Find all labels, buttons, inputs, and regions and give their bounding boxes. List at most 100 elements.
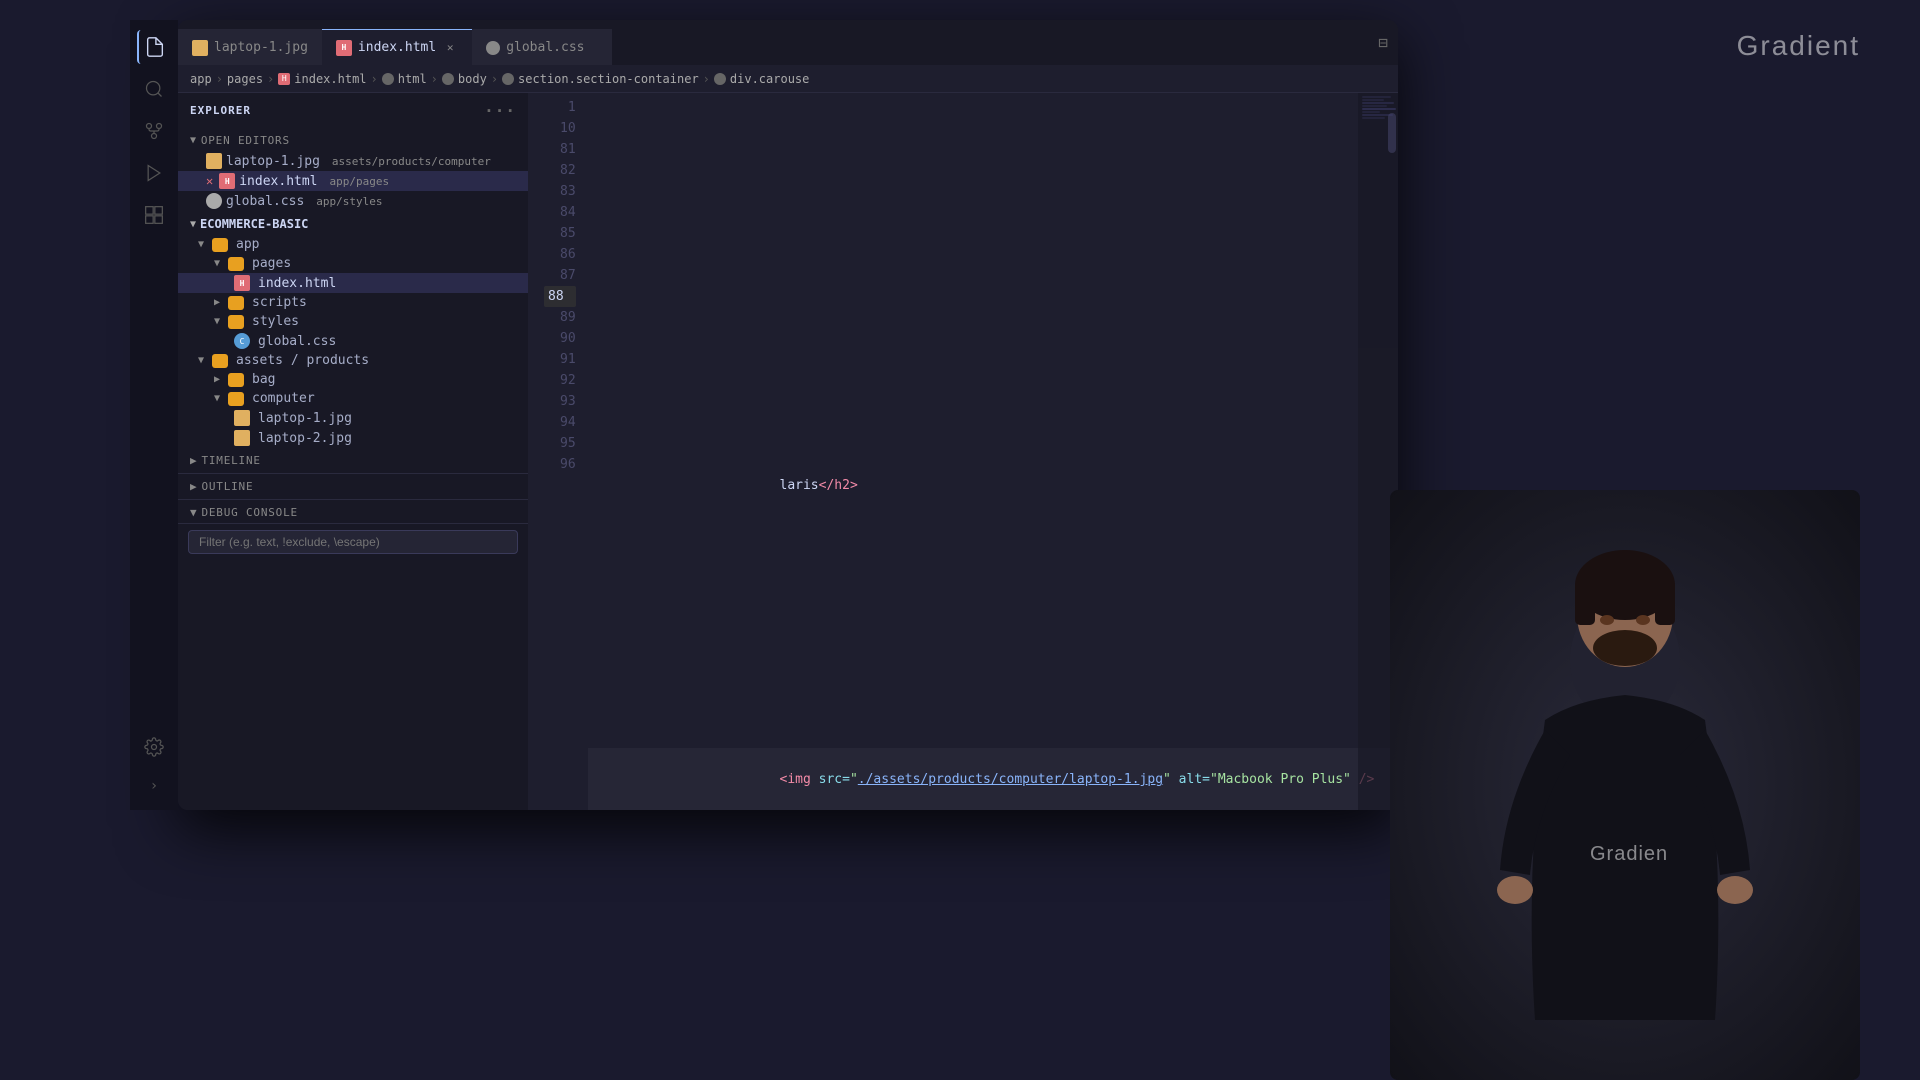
tree-folder-scripts[interactable]: ▶ scripts: [178, 293, 528, 312]
project-name: ECOMMERCE-BASIC: [200, 217, 308, 231]
tree-folder-bag[interactable]: ▶ bag: [178, 370, 528, 389]
code-line-81: [588, 265, 1398, 286]
folder-scripts-icon: [228, 296, 244, 310]
code-line-85: [588, 559, 1398, 580]
tab-index-html-label: index.html: [358, 40, 436, 55]
breadcrumb-section[interactable]: section.section-container: [518, 72, 699, 86]
tab-laptop-jpg-label: laptop-1.jpg: [214, 40, 308, 55]
open-editor-laptop-jpg[interactable]: laptop-1.jpg assets/products/computer: [178, 151, 528, 171]
tree-file-laptop2[interactable]: laptop-2.jpg: [178, 428, 528, 448]
breadcrumb-body[interactable]: body: [458, 72, 487, 86]
tree-folder-app[interactable]: ▼ app: [178, 235, 528, 254]
breadcrumb-pages[interactable]: pages: [227, 72, 263, 86]
breadcrumb-index-html[interactable]: index.html: [294, 72, 366, 86]
folder-computer-arrow: ▼: [214, 393, 220, 404]
webcam-overlay: Gradien: [1390, 490, 1860, 1080]
open-editors-label: OPEN EDITORS: [201, 134, 290, 147]
breadcrumb-div[interactable]: div.carouse: [730, 72, 809, 86]
breadcrumb: app › pages › H index.html › html › body…: [178, 65, 1398, 93]
tree-folder-styles[interactable]: ▼ styles: [178, 312, 528, 331]
tab-laptop-jpg[interactable]: laptop-1.jpg: [178, 29, 322, 65]
activity-search-icon[interactable]: [137, 72, 171, 106]
tree-folder-assets-products[interactable]: ▼ assets / products: [178, 351, 528, 370]
breadcrumb-section-icon: [502, 73, 514, 85]
explorer-more-icon[interactable]: ···: [484, 101, 516, 120]
folder-assets-icon: [212, 354, 228, 368]
folder-scripts-name: scripts: [252, 295, 307, 310]
jpg-file-icon: [192, 40, 208, 56]
tab-bar: laptop-1.jpg H index.html ✕ global.css ⊟: [178, 20, 1398, 65]
open-editor-css-icon: [206, 193, 222, 209]
tab-close-icon[interactable]: ✕: [442, 40, 458, 56]
open-editor-global-css-name: global.css: [226, 194, 304, 209]
sidebar: EXPLORER ··· ▼ OPEN EDITORS laptop-1.jpg…: [178, 93, 528, 810]
css-file-circle-icon: [486, 41, 500, 55]
outline-arrow: ▶: [190, 480, 197, 493]
svg-text:Gradien: Gradien: [1590, 843, 1668, 865]
line-numbers: 1 10 81 82 83 84 85 86 87 88 89 90 91 92…: [528, 93, 588, 810]
explorer-header: EXPLORER ···: [178, 93, 528, 128]
code-container[interactable]: 1 10 81 82 83 84 85 86 87 88 89 90 91 92…: [528, 93, 1398, 810]
code-line-83: [588, 391, 1398, 412]
activity-settings-icon[interactable]: [137, 730, 171, 764]
open-editor-index-html[interactable]: ✕ H index.html app/pages: [178, 171, 528, 191]
open-editor-index-html-name: index.html: [239, 174, 317, 189]
project-section[interactable]: ▼ ECOMMERCE-BASIC: [178, 211, 528, 235]
tab-global-css[interactable]: global.css: [472, 29, 612, 65]
open-editor-jpg-icon: [206, 153, 222, 169]
activity-run-icon[interactable]: [137, 156, 171, 190]
tree-jpg2-icon: [234, 430, 250, 446]
debug-filter-input[interactable]: [188, 530, 518, 554]
tree-folder-computer[interactable]: ▼ computer: [178, 389, 528, 408]
person-silhouette: Gradien: [1445, 520, 1805, 1080]
project-arrow: ▼: [190, 219, 196, 230]
breadcrumb-html-tag-icon: [382, 73, 394, 85]
timeline-arrow: ▶: [190, 454, 197, 467]
code-line-1: [588, 139, 1398, 160]
tab-index-html[interactable]: H index.html ✕: [322, 29, 472, 65]
folder-styles-arrow: ▼: [214, 316, 220, 327]
folder-computer-name: computer: [252, 391, 315, 406]
webcam-background: Gradien: [1390, 490, 1860, 1080]
outline-label: OUTLINE: [201, 480, 253, 493]
breadcrumb-html-tag[interactable]: html: [398, 72, 427, 86]
tree-file-global-css[interactable]: C global.css: [178, 331, 528, 351]
debug-arrow: ▼: [190, 506, 197, 519]
folder-scripts-arrow: ▶: [214, 297, 220, 308]
breadcrumb-app[interactable]: app: [190, 72, 212, 86]
outline-section[interactable]: ▶ OUTLINE: [178, 474, 528, 500]
activity-extensions-icon[interactable]: [137, 198, 171, 232]
tree-file-laptop1[interactable]: laptop-1.jpg: [178, 408, 528, 428]
tree-global-css-name: global.css: [258, 334, 336, 349]
open-editor-laptop-jpg-name: laptop-1.jpg: [226, 154, 320, 169]
folder-assets-products-name: assets / products: [236, 353, 369, 368]
tree-file-index-html[interactable]: H index.html: [178, 273, 528, 293]
timeline-section[interactable]: ▶ TIMELINE: [178, 448, 528, 474]
explorer-title: EXPLORER: [190, 104, 251, 117]
folder-computer-icon: [228, 392, 244, 406]
folder-styles-icon: [228, 315, 244, 329]
code-line-82: [588, 328, 1398, 349]
folder-app-icon: [212, 238, 228, 252]
folder-app-name: app: [236, 237, 259, 252]
code-lines[interactable]: laris</h2> <img src="./assets/products/c…: [588, 93, 1398, 810]
tree-folder-pages[interactable]: ▼ pages: [178, 254, 528, 273]
code-line-87: [588, 685, 1398, 706]
debug-section[interactable]: ▼ DEBUG CONSOLE: [178, 500, 528, 524]
tree-html-icon: H: [234, 275, 250, 291]
open-editor-html-icon: H: [219, 173, 235, 189]
open-editor-global-css[interactable]: global.css app/styles: [178, 191, 528, 211]
timeline-label: TIMELINE: [201, 454, 260, 467]
breadcrumb-body-icon: [442, 73, 454, 85]
editor-area: 1 10 81 82 83 84 85 86 87 88 89 90 91 92…: [528, 93, 1398, 810]
open-editor-laptop-path: assets/products/computer: [332, 155, 491, 168]
tab-global-css-label: global.css: [506, 40, 584, 55]
terminal-toggle-icon[interactable]: ›: [137, 772, 171, 800]
html-file-icon: H: [336, 40, 352, 56]
activity-source-control-icon[interactable]: [137, 114, 171, 148]
open-editors-section[interactable]: ▼ OPEN EDITORS: [178, 128, 528, 151]
activity-files-icon[interactable]: [137, 30, 171, 64]
split-editor-icon[interactable]: ⊟: [1378, 33, 1388, 52]
folder-app-arrow: ▼: [198, 239, 204, 250]
modified-indicator-x: ✕: [206, 174, 213, 188]
